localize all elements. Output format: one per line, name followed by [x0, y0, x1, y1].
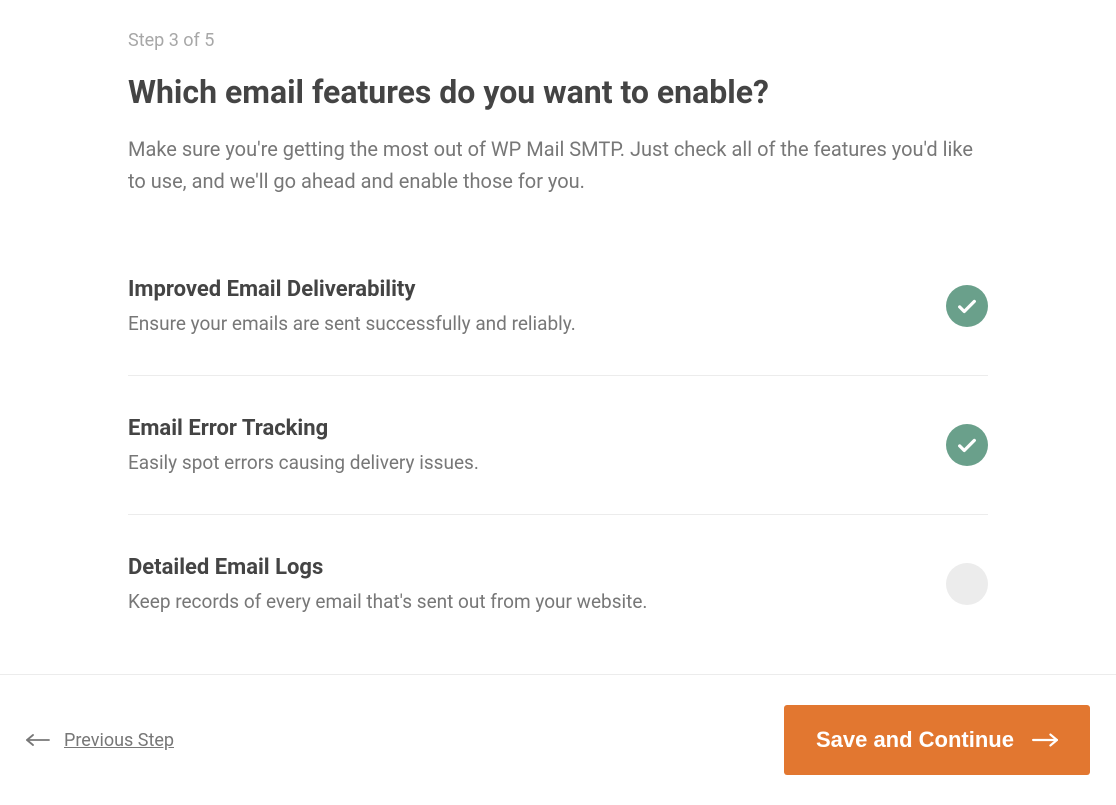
divider — [128, 375, 988, 376]
divider — [128, 514, 988, 515]
page-heading: Which email features do you want to enab… — [128, 73, 988, 111]
feature-row-deliverability: Improved Email Deliverability Ensure you… — [128, 277, 988, 375]
arrow-left-icon — [26, 732, 50, 748]
save-continue-label: Save and Continue — [816, 727, 1014, 753]
arrow-right-icon — [1032, 732, 1058, 748]
feature-title: Email Error Tracking — [128, 416, 946, 441]
feature-desc: Ensure your emails are sent successfully… — [128, 312, 946, 335]
step-label: Step 3 of 5 — [128, 30, 988, 51]
feature-row-error-tracking: Email Error Tracking Easily spot errors … — [128, 416, 988, 514]
feature-desc: Keep records of every email that's sent … — [128, 590, 946, 613]
check-icon — [956, 434, 978, 456]
feature-toggle-email-logs[interactable] — [946, 563, 988, 605]
footer: Previous Step Save and Continue — [0, 674, 1116, 805]
feature-toggle-deliverability[interactable] — [946, 285, 988, 327]
feature-desc: Easily spot errors causing delivery issu… — [128, 451, 946, 474]
page-description: Make sure you're getting the most out of… — [128, 133, 988, 197]
feature-row-email-logs: Detailed Email Logs Keep records of ever… — [128, 555, 988, 653]
feature-title: Detailed Email Logs — [128, 555, 946, 580]
save-continue-button[interactable]: Save and Continue — [784, 705, 1090, 775]
feature-title: Improved Email Deliverability — [128, 277, 946, 302]
feature-toggle-error-tracking[interactable] — [946, 424, 988, 466]
previous-step-link[interactable]: Previous Step — [26, 730, 174, 751]
check-icon — [956, 295, 978, 317]
previous-step-label: Previous Step — [64, 730, 174, 751]
